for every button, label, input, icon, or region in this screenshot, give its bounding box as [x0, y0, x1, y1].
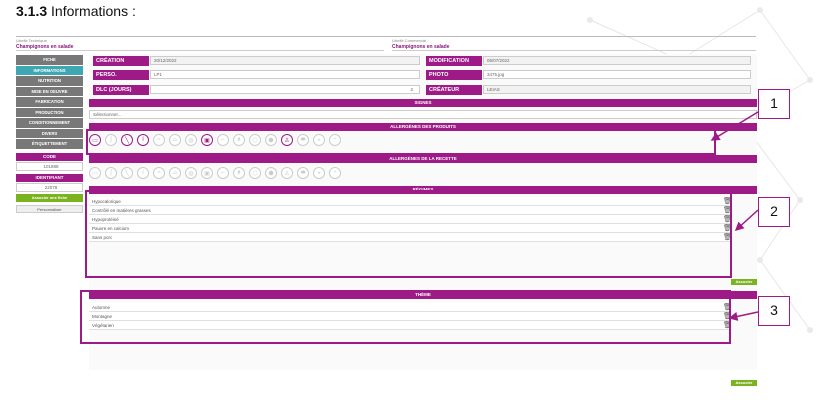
- gluten-icon: ▭: [89, 167, 101, 179]
- sidebar-item-etiquettement[interactable]: ÉTIQUETTEMENT: [16, 139, 83, 150]
- theme-add-button[interactable]: Associer: [731, 380, 757, 386]
- creation-field: 20/12/2022: [150, 56, 420, 65]
- photo-field[interactable]: 3475.jpg: [483, 70, 751, 79]
- code-value: 101888: [16, 161, 83, 171]
- arrow-3: [728, 311, 759, 321]
- crustacean-icon: ʃ: [105, 167, 117, 179]
- identifiant-label: IDENTIFIANT: [16, 173, 83, 182]
- lupin-icon: ♙: [281, 167, 293, 179]
- modification-field: 05/07/2022: [483, 56, 751, 65]
- sidebar-item-fiche[interactable]: FICHE: [16, 55, 83, 66]
- annotation-frame-regimes: [85, 190, 732, 278]
- sidebar: FICHE INFORMATIONS NUTRITION MISE EN OEU…: [16, 55, 83, 213]
- egg-icon: ╲: [121, 167, 133, 179]
- callout-arrows: [710, 111, 759, 321]
- code-label: CODE: [16, 152, 83, 161]
- libelle-technique-underline: [16, 50, 384, 51]
- peanut-icon: ≈: [153, 167, 165, 179]
- doc-heading: 3.1.3 Informations :: [16, 3, 136, 19]
- sidebar-item-mise-en-oeuvre[interactable]: MISE EN OEUVRE: [16, 86, 83, 97]
- sidebar-item-nutrition[interactable]: NUTRITION: [16, 76, 83, 87]
- libelle-commercial-label: Libellé Commercial: [392, 38, 427, 43]
- associate-sheet-button[interactable]: Associer une fiche: [16, 193, 83, 202]
- celery-icon: ⌐: [217, 167, 229, 179]
- sidebar-item-divers[interactable]: DIVERS: [16, 128, 83, 139]
- libelle-commercial-underline: [392, 50, 756, 51]
- createur-field: LEIAS: [483, 85, 751, 94]
- identifiant-value: 22078: [16, 182, 83, 192]
- sidebar-item-fabrication[interactable]: FABRICATION: [16, 97, 83, 108]
- annotation-frame-theme: [80, 290, 731, 344]
- personalize-button[interactable]: Personnaliser: [16, 204, 83, 213]
- arrow-1: [710, 111, 759, 141]
- sulphite-icon: ⬢: [265, 167, 277, 179]
- sidebar-item-informations[interactable]: INFORMATIONS: [16, 65, 83, 76]
- modification-label: MODIFICATION: [426, 56, 482, 66]
- dlc-field[interactable]: 2: [150, 85, 420, 94]
- soy-icon: ⌓: [169, 167, 181, 179]
- fish-icon: ǀ: [137, 167, 149, 179]
- sidebar-item-conditionnement[interactable]: CONDITIONNEMENT: [16, 118, 83, 129]
- allergenes-recette-header: ALLERGÈNES DE LA RECETTE: [89, 155, 757, 163]
- annotation-frame-allergens: [86, 129, 716, 155]
- header-divider: [16, 36, 756, 37]
- section-number: 3.1.3: [16, 3, 48, 19]
- creation-label: CRÉATION: [93, 56, 149, 66]
- signes-select[interactable]: Sélectionner...: [89, 110, 757, 119]
- arrow-2: [734, 209, 759, 232]
- shellfish-icon: ◒: [313, 167, 325, 179]
- milk-icon: ◍: [185, 167, 197, 179]
- sesame-icon: ⬡: [249, 167, 261, 179]
- dlc-label: DLC (JOURS): [93, 85, 149, 95]
- createur-label: CRÉATEUR: [426, 85, 482, 95]
- mollusc-icon: ⬬: [297, 167, 309, 179]
- perso-label: PERSO.: [93, 70, 149, 80]
- photo-label: PHOTO: [426, 70, 482, 80]
- mustard-icon: ᴥ: [233, 167, 245, 179]
- celeriac-icon: ⌃: [329, 167, 341, 179]
- sidebar-item-production[interactable]: PRODUCTION: [16, 107, 83, 118]
- libelle-technique-label: Libellé Technique: [16, 38, 47, 43]
- signes-header: SIGNES: [89, 99, 757, 107]
- section-title: Informations :: [51, 3, 136, 19]
- perso-field[interactable]: LP1: [150, 70, 420, 79]
- nut-icon: ▣: [201, 167, 213, 179]
- allergenes-recette-icons: ▭ ʃ ╲ ǀ ≈ ⌓ ◍ ▣ ⌐ ᴥ ⬡ ⬢ ♙ ⬬ ◒ ⌃: [89, 167, 341, 179]
